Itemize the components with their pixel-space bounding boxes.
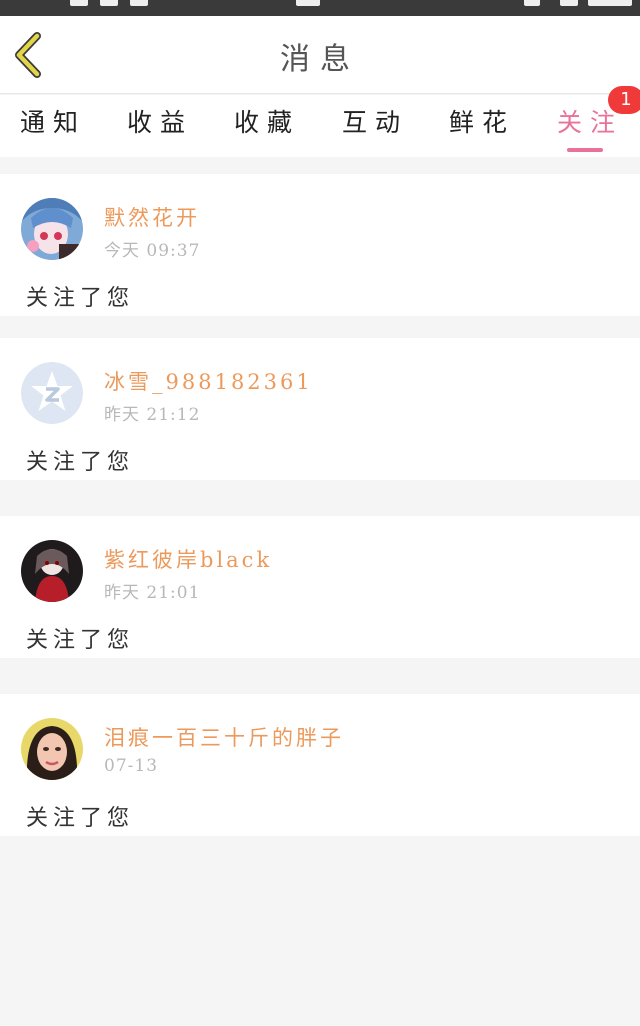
timestamp: 昨天 21:01 bbox=[104, 583, 201, 603]
tab-flowers[interactable]: 鲜花 bbox=[437, 103, 527, 149]
header-bar: 消息 bbox=[0, 16, 640, 94]
tab-earnings[interactable]: 收益 bbox=[115, 103, 205, 149]
list-item[interactable]: 默然花开 今天 09:37 关注了您 bbox=[0, 174, 640, 316]
page-title: 消息 bbox=[280, 42, 360, 77]
unread-badge: 1 bbox=[608, 86, 640, 114]
tab-bar: 通知 收益 收藏 互动 鲜花 关注 bbox=[0, 95, 640, 157]
list-item[interactable]: 泪痕一百三十斤的胖子 07-13 关注了您 bbox=[0, 694, 640, 836]
avatar[interactable] bbox=[21, 718, 83, 780]
avatar[interactable] bbox=[21, 198, 83, 260]
message-text: 关注了您 bbox=[26, 628, 135, 653]
clock-icon bbox=[296, 0, 320, 6]
tab-interaction[interactable]: 互动 bbox=[330, 103, 420, 149]
notification-icon bbox=[130, 0, 148, 6]
tab-notice[interactable]: 通知 bbox=[8, 103, 98, 149]
wifi-icon bbox=[524, 0, 540, 6]
message-text: 关注了您 bbox=[26, 806, 135, 831]
list-item[interactable]: 紫红彼岸black 昨天 21:01 关注了您 bbox=[0, 516, 640, 658]
message-text: 关注了您 bbox=[26, 450, 135, 475]
tab-favorites[interactable]: 收藏 bbox=[222, 103, 312, 149]
username[interactable]: 默然花开 bbox=[104, 202, 200, 232]
username[interactable]: 泪痕一百三十斤的胖子 bbox=[104, 722, 344, 752]
avatar[interactable] bbox=[21, 362, 83, 424]
username[interactable]: 冰雪_988182361 bbox=[104, 366, 313, 396]
timestamp: 昨天 21:12 bbox=[104, 405, 201, 425]
active-tab-indicator bbox=[567, 148, 603, 152]
list-item[interactable]: 冰雪_988182361 昨天 21:12 关注了您 bbox=[0, 338, 640, 480]
notification-icon bbox=[70, 0, 88, 6]
avatar[interactable] bbox=[21, 540, 83, 602]
qq-logo-icon bbox=[21, 362, 83, 424]
timestamp: 今天 09:37 bbox=[104, 241, 201, 261]
notification-icon bbox=[100, 0, 118, 6]
status-bar bbox=[0, 0, 640, 16]
battery-icon bbox=[588, 0, 632, 6]
signal-icon bbox=[560, 0, 578, 6]
username[interactable]: 紫红彼岸black bbox=[104, 544, 272, 574]
message-text: 关注了您 bbox=[26, 286, 135, 311]
timestamp: 07-13 bbox=[104, 756, 159, 776]
